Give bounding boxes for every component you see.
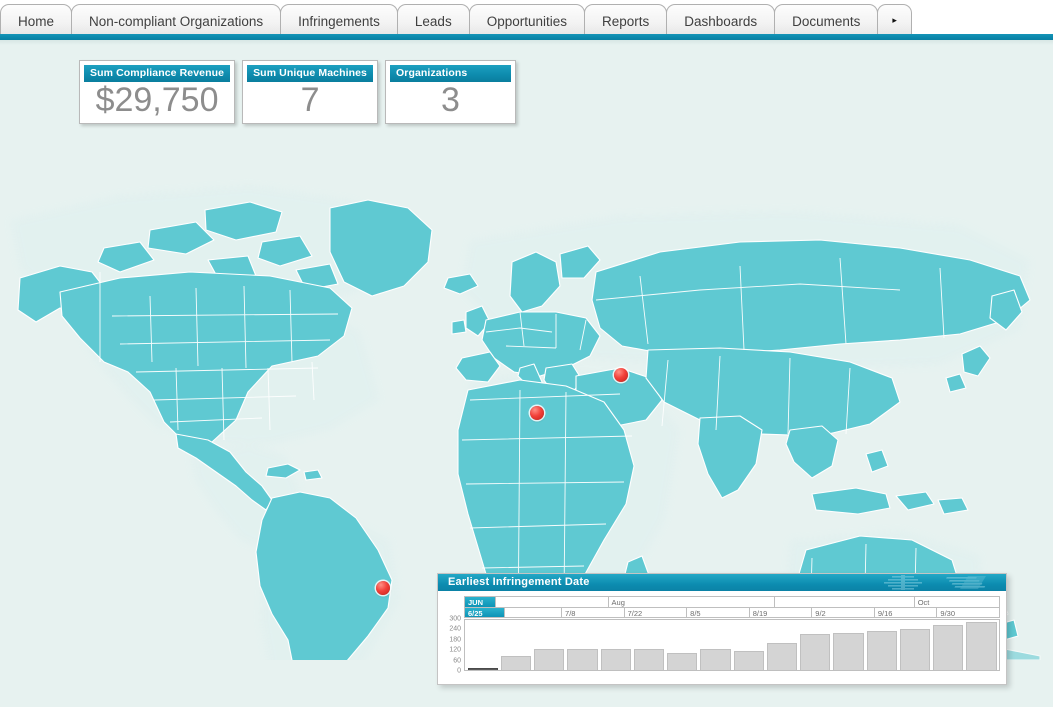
chart-bar[interactable] <box>500 656 531 670</box>
tab-label: Dashboards <box>684 14 758 29</box>
chevron-right-icon: ▸ <box>892 15 897 25</box>
chart-y-axis: 300 240 180 120 60 0 <box>442 615 463 675</box>
chart-date-cell: 9/2 <box>812 608 875 617</box>
chart-bar[interactable] <box>633 648 664 670</box>
chart-month-cell <box>496 597 609 607</box>
tab-infringements[interactable]: Infringements <box>280 4 398 38</box>
tab-reports[interactable]: Reports <box>584 4 668 38</box>
map-marker[interactable] <box>614 368 628 382</box>
chart-bar[interactable] <box>933 625 964 670</box>
kpi-title: Sum Compliance Revenue <box>84 65 231 82</box>
chart-y-tick: 120 <box>449 646 461 654</box>
chart-bar[interactable] <box>567 648 598 670</box>
chart-panel-title: Earliest Infringement Date <box>438 574 1006 591</box>
chart-bar[interactable] <box>800 634 831 670</box>
chart-bar[interactable] <box>866 631 897 670</box>
chart-month-cell: Oct <box>917 598 930 607</box>
tab-opportunities[interactable]: Opportunities <box>468 4 585 38</box>
kpi-tile[interactable]: Organizations 3 <box>385 60 516 124</box>
chart-bar[interactable] <box>467 668 498 670</box>
chart-bar[interactable] <box>966 622 997 670</box>
kpi-value: 7 <box>300 81 320 119</box>
accent-rule <box>0 34 1053 40</box>
tab-leads[interactable]: Leads <box>396 4 470 38</box>
chart-bar[interactable] <box>667 652 698 670</box>
chart-y-tick: 180 <box>449 636 461 644</box>
kpi-title: Sum Unique Machines <box>247 65 373 82</box>
chart-bar[interactable] <box>899 629 930 670</box>
watermark-icon <box>882 574 1002 591</box>
tab-label: Infringements <box>298 14 380 29</box>
chart-date-cell: 8/19 <box>750 608 813 617</box>
chart-bar[interactable] <box>600 648 631 670</box>
tab-label: Home <box>18 14 55 29</box>
chart-date-band: 6/25 7/8 7/22 8/5 8/19 9/2 9/16 9/30 <box>464 607 1000 618</box>
kpi-tile[interactable]: Sum Unique Machines 7 <box>242 60 378 124</box>
chart-date-cell: 7/8 <box>562 608 625 617</box>
kpi-value: $29,750 <box>95 81 219 119</box>
chart-date-cell: 6/25 <box>465 608 506 617</box>
tab-documents[interactable]: Documents <box>774 4 879 38</box>
chart-month-cell: Aug <box>609 597 776 607</box>
chart-bar[interactable] <box>534 648 565 670</box>
chart-date-cell: 9/30 <box>940 609 956 617</box>
chart-y-tick: 240 <box>449 625 461 633</box>
tab-label: Reports <box>602 14 650 29</box>
kpi-tile[interactable]: Sum Compliance Revenue $29,750 <box>79 60 236 124</box>
chart-panel[interactable]: Earliest Infringement Date JUN Aug Oct 6… <box>437 573 1007 685</box>
tab-label: Non-compliant Organizations <box>89 14 264 29</box>
chart-month-cell: JUN <box>465 597 497 607</box>
chart-y-tick: 300 <box>449 615 461 623</box>
chart-y-tick: 0 <box>457 667 461 675</box>
tab-overflow-arrow[interactable]: ▸ <box>877 4 912 38</box>
chart-bar[interactable] <box>833 632 864 670</box>
tab-label: Opportunities <box>486 14 567 29</box>
chart-month-cell <box>775 597 915 607</box>
top-navigation-bar: Home Non-compliant Organizations Infringem… <box>0 0 1053 40</box>
tab-dashboards[interactable]: Dashboards <box>666 4 776 38</box>
tab-strip: Home Non-compliant Organizations Infringem… <box>0 2 912 38</box>
chart-bar[interactable] <box>766 642 797 670</box>
chart-date-cell <box>505 608 563 617</box>
chart-body: JUN Aug Oct 6/25 7/8 7/22 8/5 8/19 9/2 9/16 9/30 … <box>438 591 1006 684</box>
map-marker[interactable] <box>376 581 390 595</box>
kpi-value: 3 <box>441 81 460 119</box>
chart-y-tick: 60 <box>453 657 461 665</box>
chart-date-cell: 9/16 <box>875 608 938 617</box>
kpi-title: Organizations <box>390 65 511 82</box>
chart-date-cell: 7/22 <box>625 608 688 617</box>
chart-date-cell: 8/5 <box>687 608 750 617</box>
map-marker[interactable] <box>530 406 544 420</box>
chart-bars <box>465 620 999 670</box>
chart-month-band: JUN Aug Oct <box>464 596 1000 607</box>
chart-plot-area[interactable] <box>464 619 1000 671</box>
dashboard-canvas: Sum Compliance Revenue $29,750 Sum Unique … <box>0 45 1053 707</box>
tab-non-compliant-organizations[interactable]: Non-compliant Organizations <box>71 4 282 38</box>
chart-bar[interactable] <box>733 650 764 670</box>
tab-home[interactable]: Home <box>0 4 73 38</box>
chart-title-text: Earliest Infringement Date <box>448 576 590 588</box>
chart-bar[interactable] <box>700 648 731 670</box>
tab-label: Documents <box>792 14 861 29</box>
kpi-tile-group: Sum Compliance Revenue $29,750 Sum Unique … <box>79 60 516 124</box>
tab-label: Leads <box>414 14 452 29</box>
